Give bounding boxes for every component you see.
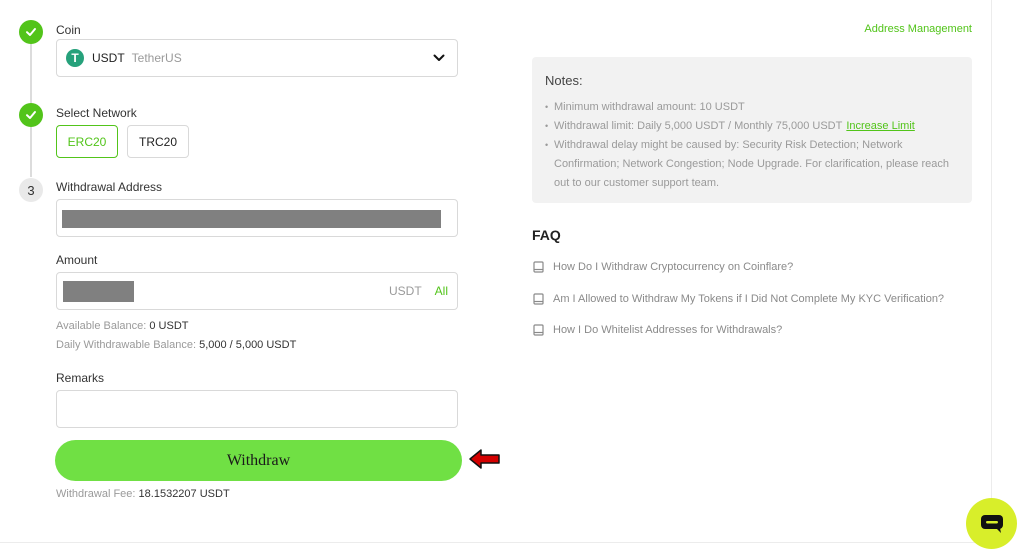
redacted-address [62, 210, 441, 228]
address-management-link[interactable]: Address Management [864, 23, 972, 35]
available-balance-label: Available Balance: [56, 320, 147, 332]
faq-item[interactable]: Am I Allowed to Withdraw My Tokens if I … [533, 293, 944, 305]
daily-balance-value: 5,000 / 5,000 USDT [199, 339, 297, 351]
faq-title: FAQ [532, 227, 561, 243]
stepper-line [30, 43, 32, 103]
step-3-number: 3 [19, 178, 43, 202]
note-item: Minimum withdrawal amount: 10 USDT [545, 98, 959, 117]
tether-icon: T [66, 49, 84, 67]
notes-title: Notes: [545, 73, 583, 88]
note-item: Withdrawal delay might be caused by: Sec… [545, 136, 959, 193]
increase-limit-link[interactable]: Increase Limit [846, 120, 914, 132]
note-text: Withdrawal delay might be caused by: Sec… [554, 139, 949, 189]
withdrawal-fee-value: 18.1532207 USDT [138, 488, 230, 500]
address-label: Withdrawal Address [56, 180, 163, 194]
step-2-check-icon [19, 103, 43, 127]
step-1-check-icon [19, 20, 43, 44]
redacted-amount [63, 280, 134, 302]
faq-item-text: How Do I Withdraw Cryptocurrency on Coin… [553, 261, 794, 273]
chevron-down-icon [433, 54, 445, 62]
network-option-erc20[interactable]: ERC20 [56, 125, 118, 158]
coin-select[interactable]: T USDT TetherUS [56, 39, 458, 77]
amount-label: Amount [56, 253, 98, 267]
book-icon [533, 261, 544, 273]
stepper-line [30, 127, 32, 177]
faq-item[interactable]: How Do I Withdraw Cryptocurrency on Coin… [533, 261, 793, 273]
chat-support-button[interactable] [966, 498, 1017, 549]
daily-withdrawable-balance: Daily Withdrawable Balance: 5,000 / 5,00… [56, 339, 296, 351]
daily-balance-label: Daily Withdrawable Balance: [56, 339, 197, 351]
coin-symbol: USDT [92, 51, 125, 65]
note-text: Minimum withdrawal amount: 10 USDT [554, 101, 745, 113]
chat-icon [980, 514, 1003, 533]
book-icon [533, 293, 544, 305]
red-arrow-icon [469, 449, 500, 469]
withdrawal-address-input[interactable] [56, 199, 458, 237]
remarks-label: Remarks [56, 371, 105, 385]
network-option-trc20[interactable]: TRC20 [127, 125, 189, 158]
notes-panel: Notes: Minimum withdrawal amount: 10 USD… [532, 57, 972, 203]
faq-item-text: Am I Allowed to Withdraw My Tokens if I … [553, 293, 945, 305]
withdrawal-fee: Withdrawal Fee: 18.1532207 USDT [56, 488, 230, 500]
available-balance-value: 0 USDT [149, 320, 189, 332]
coin-name: TetherUS [131, 51, 182, 65]
available-balance: Available Balance: 0 USDT [56, 320, 189, 332]
network-label: Select Network [56, 106, 137, 120]
amount-input[interactable]: USDT All [56, 272, 458, 310]
remarks-input[interactable] [56, 390, 458, 428]
faq-item-text: How I Do Whitelist Addresses for Withdra… [553, 324, 783, 336]
coin-label: Coin [56, 23, 81, 37]
withdrawal-fee-label: Withdrawal Fee: [56, 488, 136, 500]
book-icon [533, 324, 544, 336]
note-text: Withdrawal limit: Daily 5,000 USDT / Mon… [554, 120, 843, 132]
amount-all-link[interactable]: All [435, 284, 448, 298]
amount-unit: USDT [388, 284, 422, 298]
note-item: Withdrawal limit: Daily 5,000 USDT / Mon… [545, 117, 959, 136]
withdraw-button[interactable]: Withdraw [55, 440, 462, 481]
faq-item[interactable]: How I Do Whitelist Addresses for Withdra… [533, 324, 782, 336]
